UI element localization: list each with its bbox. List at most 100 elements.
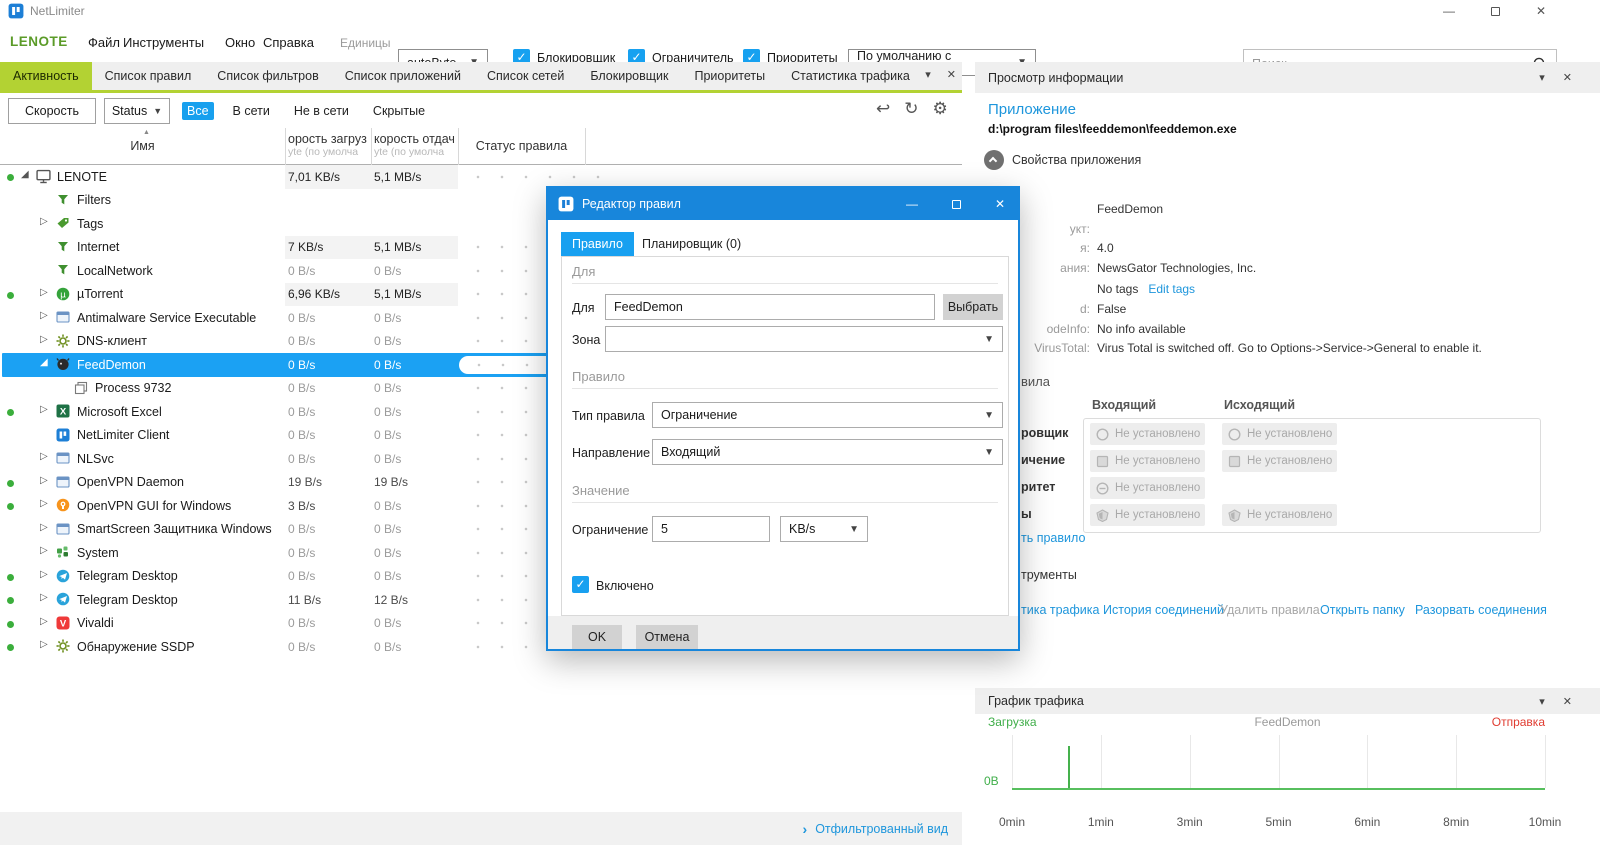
filter-не-в-сети[interactable]: Не в сети: [289, 102, 354, 120]
status-dropdown[interactable]: Status ▼: [104, 98, 170, 124]
expand-arrow-icon[interactable]: ▷: [40, 545, 48, 556]
add-rule-link-fragment[interactable]: ть правило: [1021, 531, 1085, 545]
tab-приоритеты[interactable]: Приоритеты: [682, 62, 779, 90]
zero-baseline: [1012, 788, 1545, 790]
process-name: Обнаружение SSDP: [77, 639, 195, 654]
process-name: Antimalware Service Executable: [77, 310, 257, 325]
menu-file[interactable]: Файл: [88, 35, 120, 50]
direction-dropdown[interactable]: Входящий ▼: [652, 439, 1003, 465]
filter-в-сети[interactable]: В сети: [228, 102, 275, 120]
process-name: Filters: [77, 193, 112, 207]
dialog-close-icon[interactable]: ✕: [982, 188, 1018, 220]
process-name: Telegram Desktop: [77, 592, 178, 607]
rule-type-dropdown[interactable]: Ограничение ▼: [652, 402, 1003, 428]
expand-arrow-icon[interactable]: ▷: [40, 522, 48, 533]
expand-arrow-icon[interactable]: ▷: [40, 475, 48, 486]
upload-rate: 5,1 MB/s: [374, 169, 422, 184]
netlimiter-dialog-icon: [558, 196, 574, 212]
column-rule-status[interactable]: Статус правила: [458, 139, 585, 153]
dialog-minimize-icon[interactable]: —: [894, 188, 930, 220]
circle-icon: [1228, 427, 1241, 441]
tab-активность[interactable]: Активность: [0, 62, 92, 90]
chart-dropdown-icon[interactable]: ▾: [1539, 695, 1545, 708]
tool-link-4[interactable]: Открыть папку: [1320, 603, 1405, 617]
rule-status-cell[interactable]: Не установлено: [1090, 450, 1205, 472]
process-name: System: [77, 545, 119, 560]
zone-dropdown[interactable]: ▼: [605, 326, 1003, 352]
tool-link-2[interactable]: История соединений: [1103, 603, 1224, 617]
expand-arrow-icon[interactable]: ▷: [40, 216, 48, 227]
upload-rate: 0 B/s: [374, 263, 402, 278]
expand-arrow-icon[interactable]: ▷: [40, 592, 48, 603]
limit-input[interactable]: 5: [652, 516, 770, 542]
info-close-icon[interactable]: ✕: [1563, 71, 1572, 84]
info-dropdown-icon[interactable]: ▾: [1539, 71, 1545, 84]
window-icon: [56, 310, 71, 325]
column-name[interactable]: Имя: [0, 139, 285, 153]
tab-rule[interactable]: Правило: [561, 232, 634, 256]
chart-close-icon[interactable]: ✕: [1563, 695, 1572, 708]
list-item-lenote[interactable]: ◢ LENOTE 7,01 KB/s 5,1 MB/s: [0, 165, 962, 189]
rule-status-cell[interactable]: Не установлено: [1090, 504, 1205, 526]
tab-список-приложений[interactable]: Список приложений: [332, 62, 474, 90]
collapse-arrow-icon[interactable]: ◢: [40, 357, 48, 368]
tab-список-фильтров[interactable]: Список фильтров: [204, 62, 331, 90]
utorrent-icon: µ: [56, 287, 71, 302]
enabled-checkbox[interactable]: ✓: [572, 576, 589, 593]
for-input[interactable]: FeedDemon: [605, 294, 935, 320]
tab-список-правил[interactable]: Список правил: [92, 62, 205, 90]
menu-brand[interactable]: LENOTE: [10, 34, 68, 49]
tab-список-сетей[interactable]: Список сетей: [474, 62, 577, 90]
minimize-icon[interactable]: —: [1432, 0, 1466, 22]
info-panel: Приложение d:\program files\feeddemon\fe…: [975, 93, 1600, 688]
dialog-titlebar[interactable]: Редактор правил — ✕: [548, 188, 1018, 220]
collapse-section-icon[interactable]: [984, 150, 1004, 170]
rule-status-cell[interactable]: Не установлено: [1222, 423, 1337, 445]
column-upload-rate[interactable]: корость отдач yte (по умолча: [374, 132, 459, 158]
filter-все[interactable]: Все: [182, 102, 214, 120]
expand-arrow-icon[interactable]: ▷: [40, 616, 48, 627]
column-download-rate[interactable]: орость загруз yte (по умолча: [288, 132, 373, 158]
tabbar-close-icon[interactable]: ✕: [947, 68, 956, 81]
gear-icon[interactable]: ⚙: [933, 99, 948, 119]
expand-arrow-icon[interactable]: ▷: [40, 310, 48, 321]
collapse-arrow-icon[interactable]: ◢: [21, 169, 29, 180]
rule-status-cell[interactable]: Не установлено: [1090, 477, 1205, 499]
tool-link-1[interactable]: тика трафика: [1021, 603, 1099, 617]
unit-dropdown[interactable]: KB/s ▼: [780, 516, 868, 542]
expand-arrow-icon[interactable]: ▷: [40, 334, 48, 345]
menu-help[interactable]: Справка: [263, 35, 314, 50]
close-icon[interactable]: ✕: [1524, 0, 1558, 22]
expand-arrow-icon[interactable]: ▷: [40, 287, 48, 298]
incoming-column-header: Входящий: [1092, 398, 1157, 412]
tab-scheduler[interactable]: Планировщик (0): [631, 232, 752, 256]
main-tab-bar: Активность Список правил Список фильтров Сп…: [0, 62, 962, 93]
menu-tools[interactable]: Инструменты: [123, 35, 204, 50]
choose-button[interactable]: Выбрать: [943, 294, 1003, 320]
refresh-icon[interactable]: ↻: [904, 99, 918, 119]
ok-button[interactable]: OK: [572, 625, 622, 649]
expand-arrow-icon[interactable]: ▷: [40, 639, 48, 650]
expand-arrow-icon[interactable]: ▷: [40, 569, 48, 580]
rule-status-cell[interactable]: Не установлено: [1222, 504, 1337, 526]
edit-tags-link[interactable]: Edit tags: [1148, 282, 1195, 296]
tab-блокировщик[interactable]: Блокировщик: [577, 62, 681, 90]
tab-статистика-трафика[interactable]: Статистика трафика: [778, 62, 923, 90]
speed-button[interactable]: Скорость: [8, 98, 96, 124]
expand-arrow-icon[interactable]: ▷: [40, 451, 48, 462]
expand-arrow-icon[interactable]: ▷: [40, 498, 48, 509]
rule-status-cell[interactable]: Не установлено: [1222, 450, 1337, 472]
direction-label: Направление: [572, 446, 651, 460]
undo-icon[interactable]: ↩: [876, 99, 890, 119]
expand-arrow-icon[interactable]: ▷: [40, 404, 48, 415]
tool-link-5[interactable]: Разорвать соединения: [1415, 603, 1547, 617]
download-rate: 0 B/s: [288, 569, 316, 583]
maximize-icon[interactable]: [1478, 0, 1512, 22]
menu-window[interactable]: Окно: [225, 35, 255, 50]
filter-скрытые[interactable]: Скрытые: [368, 102, 430, 120]
tabbar-dropdown-icon[interactable]: ▾: [925, 68, 931, 81]
rule-status-cell[interactable]: Не установлено: [1090, 423, 1205, 445]
dialog-maximize-icon[interactable]: [938, 188, 974, 220]
cancel-button[interactable]: Отмена: [636, 625, 698, 649]
filtered-view-link[interactable]: Отфильтрованный вид: [815, 822, 948, 836]
